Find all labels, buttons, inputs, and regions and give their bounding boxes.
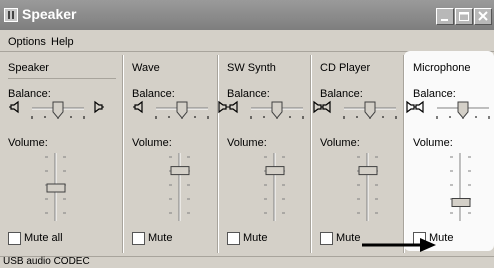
balance-thumb: [176, 101, 188, 119]
channel-name: Microphone: [413, 62, 471, 74]
volume-label: Volume:: [320, 137, 360, 149]
mixer-panel: Speaker Balance: Volume: Mute all Wave B…: [0, 51, 494, 256]
mute-checkbox[interactable]: [320, 232, 333, 245]
volume-slider[interactable]: [447, 151, 475, 223]
volume-label: Volume:: [413, 137, 453, 149]
close-icon: [478, 11, 488, 21]
volume-thumb: [170, 166, 190, 176]
speaker-left-icon: [321, 100, 331, 114]
close-button[interactable]: [474, 8, 492, 25]
balance-thumb: [271, 101, 283, 119]
speaker-left-icon: [9, 100, 19, 114]
speaker-left-icon: [414, 100, 424, 114]
channel-column-sw-synth: SW Synth Balance: Volume: Mute: [219, 51, 323, 256]
minimize-button[interactable]: [436, 8, 454, 25]
balance-slider[interactable]: [152, 97, 212, 121]
channel-column-speaker: Speaker Balance: Volume: Mute all: [0, 51, 124, 256]
balance-slider[interactable]: [433, 97, 493, 121]
mute-checkbox[interactable]: [8, 232, 21, 245]
window-title: Speaker: [22, 6, 77, 22]
speaker-right-icon: [94, 100, 104, 114]
volume-label: Volume:: [227, 137, 267, 149]
mute-label: Mute: [336, 232, 361, 244]
status-bar: USB audio CODEC: [0, 256, 494, 268]
balance-thumb: [52, 101, 64, 119]
volume-thumb: [451, 198, 471, 207]
channel-column-wave: Wave Balance: Volume: Mute: [124, 51, 228, 256]
balance-slider[interactable]: [28, 97, 88, 121]
balance-slider[interactable]: [340, 97, 400, 121]
channel-column-microphone: Microphone Balance: Volume: Mute: [405, 51, 494, 256]
menu-options[interactable]: Options: [8, 36, 46, 48]
volume-slider[interactable]: [261, 151, 289, 223]
volume-label: Volume:: [8, 137, 48, 149]
volume-slider[interactable]: [42, 151, 70, 223]
maximize-icon: [459, 12, 469, 21]
mute-checkbox[interactable]: [227, 232, 240, 245]
volume-thumb: [46, 183, 66, 193]
balance-thumb: [457, 101, 469, 119]
mute-label: Mute all: [24, 232, 63, 244]
mute-label: Mute: [148, 232, 173, 244]
app-icon: [4, 8, 18, 22]
volume-slider[interactable]: [166, 151, 194, 223]
menu-bar: Options Help: [0, 31, 494, 52]
channel-name: CD Player: [320, 62, 371, 74]
volume-slider[interactable]: [354, 151, 382, 223]
maximize-button[interactable]: [455, 8, 473, 25]
volume-thumb: [265, 166, 285, 176]
mute-label: Mute: [243, 232, 268, 244]
channel-name: Speaker: [8, 62, 49, 74]
speaker-left-icon: [228, 100, 238, 114]
status-text: USB audio CODEC: [3, 256, 90, 267]
channel-name: SW Synth: [227, 62, 276, 74]
volume-label: Volume:: [132, 137, 172, 149]
mixer-window: Speaker Options Help Speaker Balance: Vo…: [0, 0, 494, 268]
menu-help[interactable]: Help: [51, 36, 74, 48]
balance-slider[interactable]: [247, 97, 307, 121]
minimize-icon: [441, 19, 448, 21]
channel-column-cd-player: CD Player Balance: Volume: Mute: [312, 51, 416, 256]
title-bar[interactable]: Speaker: [0, 0, 494, 30]
channel-name: Wave: [132, 62, 160, 74]
volume-thumb: [358, 166, 378, 176]
annotation-arrow-icon: [362, 238, 436, 252]
mute-checkbox[interactable]: [132, 232, 145, 245]
channel-header-line: [8, 78, 116, 79]
speaker-left-icon: [133, 100, 143, 114]
balance-thumb: [364, 101, 376, 119]
